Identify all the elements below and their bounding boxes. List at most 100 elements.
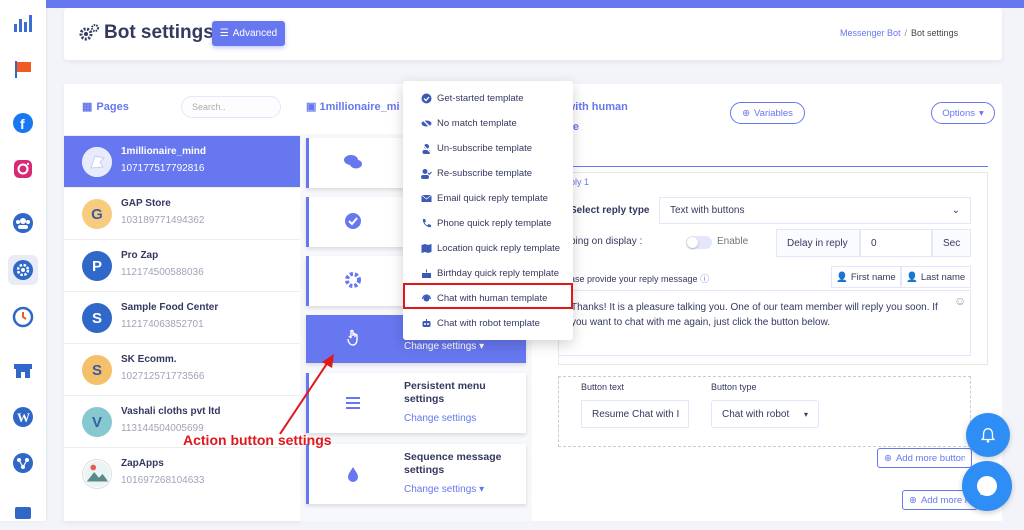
top-accent-band — [46, 0, 1024, 8]
avatar — [82, 459, 112, 489]
change-settings-link[interactable]: Change settings ▾ — [404, 484, 484, 495]
menu-item-no-match-template[interactable]: No match template — [403, 111, 573, 136]
button-type-select[interactable]: Chat with robot ▾ — [711, 400, 819, 428]
menu-item-chat-with-robot-template[interactable]: Chat with robot template — [403, 311, 573, 336]
typing-toggle[interactable] — [686, 236, 712, 249]
connections-icon[interactable] — [8, 448, 38, 478]
info-circle-icon: ⓘ — [700, 274, 710, 284]
users-icon[interactable] — [8, 208, 38, 238]
dashboard-chart-icon[interactable] — [8, 8, 38, 38]
avatar: P — [82, 251, 112, 281]
sec-label: Sec — [943, 237, 961, 249]
settings-gear-icon[interactable] — [8, 255, 38, 285]
caret-down-icon: ▾ — [479, 341, 485, 352]
settings-card-title: Persistent menu settings — [404, 380, 486, 405]
sidebar-rail: f W — [0, 0, 46, 521]
store-icon[interactable] — [8, 356, 38, 386]
first-name-button[interactable]: 👤 First name — [831, 266, 901, 288]
reply-type-value: Text with buttons — [670, 205, 745, 216]
breadcrumb-parent-link[interactable]: Messenger Bot — [840, 28, 901, 38]
flag-icon[interactable] — [8, 54, 38, 84]
page-name: Vashali cloths pvt ltd — [121, 406, 221, 417]
page-list-item[interactable]: G GAP Store 103189771494362 — [64, 187, 300, 239]
menu-item-label: Chat with robot template — [437, 318, 540, 329]
eye-slash-icon — [421, 118, 432, 129]
last-name-label: Last name — [920, 271, 966, 283]
annotation-arrow — [279, 354, 334, 435]
menu-item-label: No match template — [437, 118, 517, 129]
user-icon: 👤 — [906, 271, 918, 283]
reply-type-select[interactable]: Text with buttons ⌄ — [659, 197, 971, 224]
monitor-icon[interactable] — [8, 500, 38, 530]
add-more-button-button[interactable]: ⊕ Add more button — [877, 448, 972, 468]
menu-item-label: Get-started template — [437, 93, 524, 104]
button-text-input[interactable]: Resume Chat with I — [581, 400, 689, 428]
menu-item-email-quick-reply-template[interactable]: Email quick reply template — [403, 186, 573, 211]
delay-value: 0 — [871, 237, 877, 249]
change-settings-link[interactable]: Change settings ▾ — [404, 341, 484, 352]
page-list-item[interactable]: ZapApps 101697268104633 — [64, 447, 300, 499]
page-list-item[interactable]: P Pro Zap 112174500588036 — [64, 239, 300, 291]
options-button-label: Options — [942, 107, 975, 119]
variables-button[interactable]: ⊕ Variables — [730, 102, 805, 124]
plus-circle-icon: ⊕ — [884, 452, 892, 464]
emoji-icon[interactable]: ☺ — [954, 294, 966, 308]
page-id: 112174500588036 — [121, 267, 204, 278]
notification-bell-button[interactable] — [966, 413, 1010, 457]
first-name-label: First name — [850, 271, 896, 283]
menu-item-label: Email quick reply template — [437, 193, 548, 204]
reply-message-textarea[interactable]: Thanks! It is a pleasure talking you. On… — [558, 290, 971, 356]
gear-icon — [343, 270, 363, 290]
page-name: Sample Food Center — [121, 302, 219, 313]
add-more-button-label: Add more button — [895, 452, 965, 464]
page-name: 1millionaire_mind — [121, 146, 207, 157]
options-dropdown-button[interactable]: Options ▾ — [931, 102, 995, 124]
wordpress-icon[interactable]: W — [8, 402, 38, 432]
menu-item-location-quick-reply-template[interactable]: Location quick reply template — [403, 236, 573, 261]
menu-item-phone-quick-reply-template[interactable]: Phone quick reply template — [403, 211, 573, 236]
settings-page-title-text: 1millionaire_mi — [319, 101, 400, 113]
chevron-down-icon: ⌄ — [951, 205, 960, 216]
chat-widget-button[interactable] — [962, 461, 1012, 511]
settings-card-sequence-message[interactable]: Sequence message settings Change setting… — [306, 444, 526, 504]
history-icon[interactable] — [8, 302, 38, 332]
check-circle-icon — [421, 93, 432, 104]
last-name-button[interactable]: 👤 Last name — [901, 266, 971, 288]
button-type-value: Chat with robot — [722, 408, 790, 420]
page-list-item[interactable]: 1millionaire_mind 107177517792816 — [64, 135, 300, 187]
variables-button-label: Variables — [754, 107, 793, 119]
annotation-label: Action button settings — [183, 432, 332, 448]
menu-item-get-started-template[interactable]: Get-started template — [403, 86, 573, 111]
page-list-item[interactable]: S Sample Food Center 112174063852701 — [64, 291, 300, 343]
advanced-button-label: Advanced — [232, 28, 278, 39]
layers-icon: ☰ — [219, 28, 229, 39]
comments-icon — [343, 152, 363, 172]
user-icon: 👤 — [836, 271, 848, 283]
menu-item-resubscribe-template[interactable]: Re-subscribe template — [403, 161, 573, 186]
svg-text:W: W — [17, 410, 30, 425]
delay-label-box: Delay in reply — [776, 229, 860, 257]
facebook-square-icon: ▣ — [306, 101, 317, 113]
page-title: Bot settings — [104, 22, 214, 43]
delay-input[interactable]: 0 — [860, 229, 932, 257]
menu-item-label: Un-subscribe template — [437, 143, 533, 154]
advanced-button[interactable]: ☰ Advanced — [212, 21, 285, 46]
breadcrumb-current: Bot settings — [911, 28, 959, 38]
pages-heading: ▦ Pages — [82, 100, 129, 114]
page-id: 101697268104633 — [121, 475, 205, 486]
page-name: GAP Store — [121, 198, 171, 209]
change-settings-link[interactable]: Change settings — [404, 413, 476, 424]
page-id: 102712571773566 — [121, 371, 205, 382]
pages-search-input[interactable]: Search.. — [181, 96, 281, 118]
menu-item-label: Re-subscribe template — [437, 168, 533, 179]
avatar: S — [82, 303, 112, 333]
change-settings-label: Change settings — [404, 341, 477, 352]
reply-message-text: Thanks! It is a pleasure talking you. On… — [571, 302, 938, 328]
facebook-icon[interactable]: f — [8, 108, 38, 138]
bell-icon — [980, 428, 996, 443]
page-id: 112174063852701 — [121, 319, 204, 330]
menu-item-unsubscribe-template[interactable]: Un-subscribe template — [403, 136, 573, 161]
svg-text:f: f — [20, 116, 25, 132]
instagram-icon[interactable] — [8, 154, 38, 184]
page-list-item[interactable]: S SK Ecomm. 102712571773566 — [64, 343, 300, 395]
